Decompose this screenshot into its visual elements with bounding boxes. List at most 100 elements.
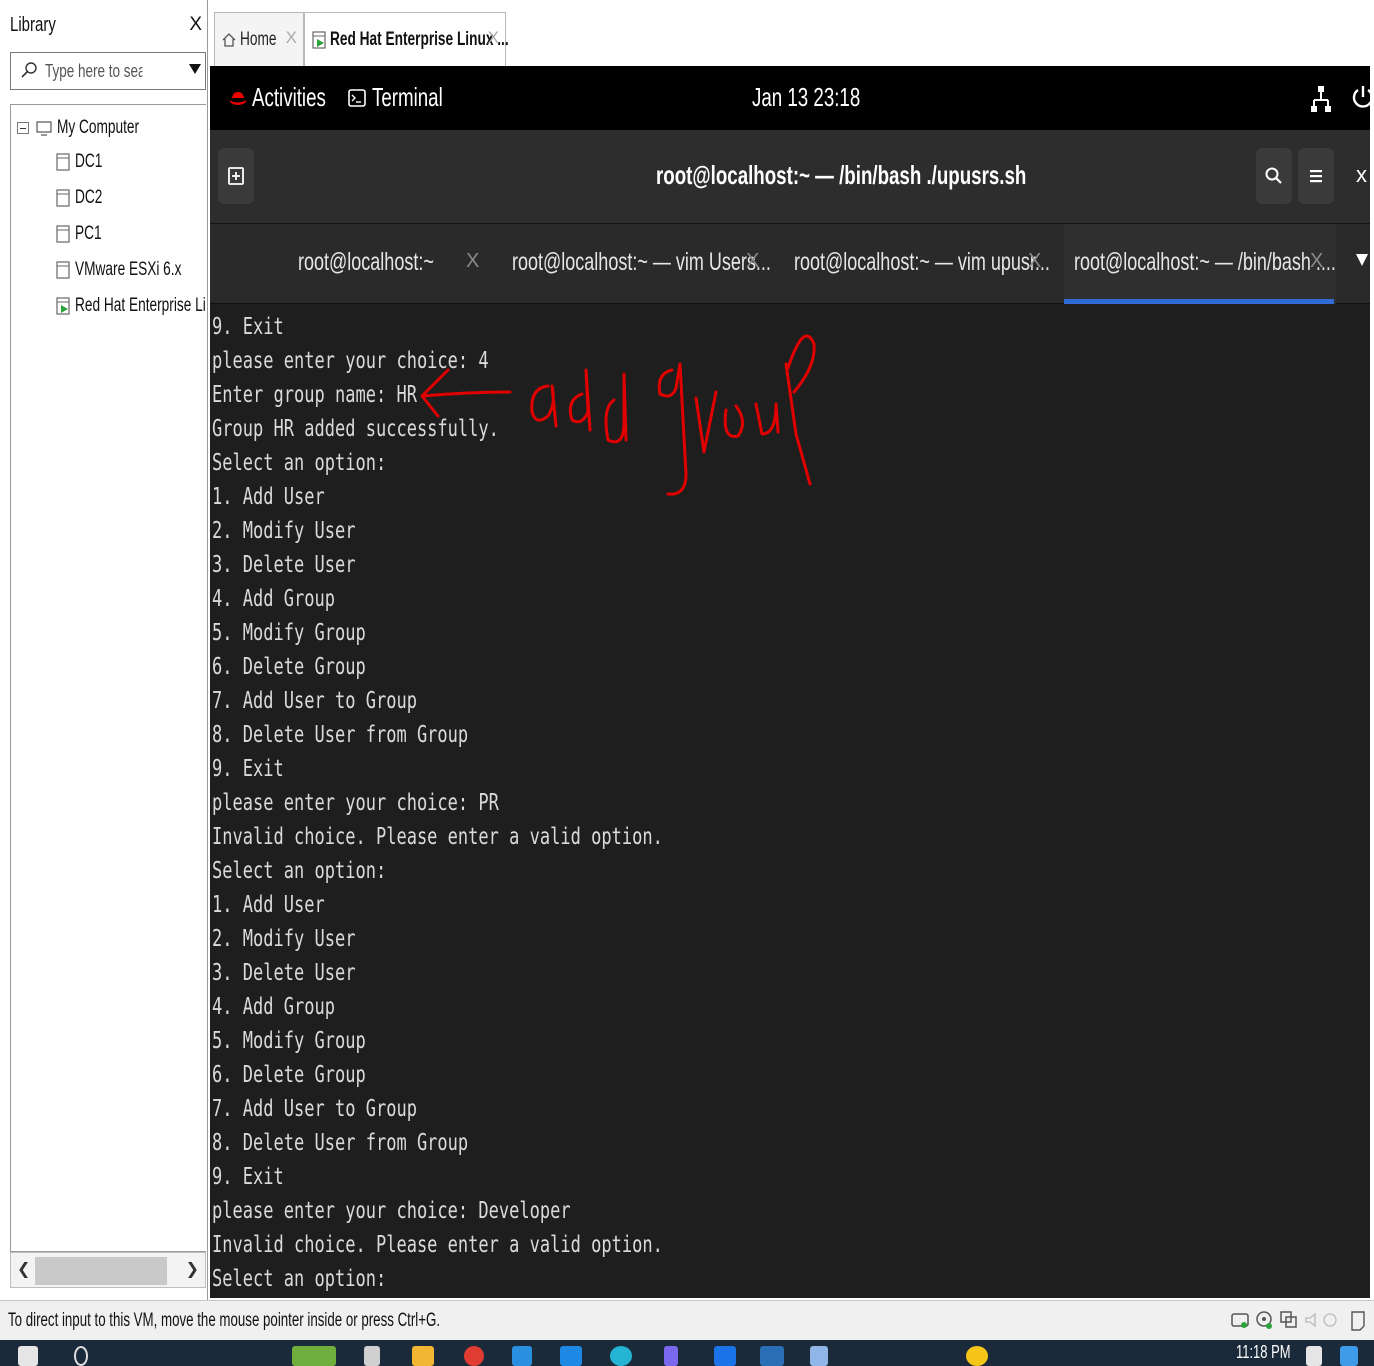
terminal-line: 7. Add User to Group	[212, 688, 417, 714]
search-icon	[21, 62, 37, 78]
terminal-line: 7. Add User to Group	[212, 1096, 417, 1122]
home-icon	[222, 32, 236, 47]
tabs-overflow-icon[interactable]	[1356, 254, 1368, 266]
tab-rhel-vm[interactable]: Red Hat Enterprise Linux ... X	[304, 12, 509, 66]
tray-icon[interactable]	[1340, 1346, 1358, 1366]
cd-drive-icon[interactable]	[1254, 1309, 1274, 1331]
new-tab-button[interactable]	[218, 148, 254, 204]
tab-close-icon[interactable]: X	[488, 28, 499, 48]
tree-item-label: VMware ESXi 6.x	[75, 259, 182, 280]
start-icon[interactable]	[18, 1346, 38, 1366]
terminal-line: Select an option:	[212, 858, 387, 884]
tab-close-icon[interactable]: X	[746, 250, 759, 273]
scroll-right-icon[interactable]: ❯	[186, 1259, 199, 1279]
sound-icon[interactable]	[1302, 1309, 1322, 1331]
search-dropdown-icon[interactable]	[189, 64, 201, 74]
annotation-letter	[694, 390, 718, 454]
teams-icon[interactable]	[664, 1346, 678, 1366]
terminal-output[interactable]: 9. Exit please enter your choice: 4 Ente…	[210, 304, 1370, 1298]
terminal-tab-2[interactable]: root@localhost:~ — vim Users... X	[502, 224, 774, 304]
library-horizontal-scrollbar[interactable]: ❮ ❯	[10, 1252, 206, 1288]
task-view-icon[interactable]	[364, 1346, 380, 1366]
window-close-button[interactable]: x	[1356, 162, 1367, 188]
terminal-line: 6. Delete Group	[212, 654, 366, 680]
tab-home[interactable]: Home X	[214, 12, 304, 66]
tree-item-label: PC1	[75, 223, 102, 244]
terminal-line: please enter your choice: 4	[212, 348, 489, 374]
terminal-line: 5. Modify Group	[212, 1028, 366, 1054]
terminal-line: 2. Modify User	[212, 518, 356, 544]
tree-item-vmware-esxi[interactable]: VMware ESXi 6.x	[55, 253, 206, 287]
running-vm-icon	[312, 30, 326, 49]
network-icon[interactable]	[1310, 84, 1332, 114]
library-search-input[interactable]	[45, 59, 143, 83]
computer-icon	[36, 121, 52, 136]
tree-item-dc2[interactable]: DC2	[55, 181, 113, 215]
activities-button[interactable]: Activities	[228, 82, 355, 113]
usb-icon[interactable]	[1320, 1309, 1340, 1331]
tree-item-label: Red Hat Enterprise Linux	[75, 295, 206, 316]
app-icon[interactable]	[560, 1346, 582, 1366]
hamburger-menu-icon	[1310, 170, 1322, 183]
terminal-line: Select an option:	[212, 1266, 387, 1292]
tray-icon[interactable]	[1306, 1346, 1322, 1366]
tree-item-rhel[interactable]: Red Hat Enterprise Linux	[55, 289, 206, 323]
library-close-button[interactable]: X	[189, 14, 202, 36]
terminal-tab-4-active[interactable]: root@localhost:~ — /bin/bash .... X	[1064, 224, 1336, 304]
terminal-menu-button[interactable]	[1298, 148, 1334, 204]
clock[interactable]: Jan 13 23:18	[752, 82, 860, 113]
terminal-line: 1. Add User	[212, 484, 325, 510]
terminal-search-button[interactable]	[1256, 148, 1292, 204]
tab-close-icon[interactable]: X	[286, 28, 297, 48]
tree-item-label: My Computer	[57, 117, 140, 138]
edge-icon[interactable]	[610, 1346, 632, 1366]
terminal-line: 2. Modify User	[212, 926, 356, 952]
file-explorer-icon[interactable]	[412, 1346, 434, 1366]
annotation-letter	[754, 402, 780, 436]
tab-close-icon[interactable]: X	[1310, 250, 1323, 273]
terminal-line: 3. Delete User	[212, 960, 356, 986]
annotation-letter	[784, 334, 816, 486]
library-search-box[interactable]	[10, 52, 206, 90]
terminal-line: Enter group name: HR	[212, 382, 417, 408]
running-vm-icon	[56, 297, 70, 315]
vmware-workstation-icon[interactable]	[760, 1346, 784, 1366]
workstation-tab-bar: Home X Red Hat Enterprise Linux ... X	[208, 0, 1374, 66]
terminal-line: 4. Add Group	[212, 586, 335, 612]
scroll-left-icon[interactable]: ❮	[17, 1259, 30, 1279]
browser-icon[interactable]	[464, 1346, 484, 1366]
tree-item-label: DC1	[75, 151, 103, 172]
app-icon[interactable]	[810, 1346, 828, 1366]
hard-disk-icon[interactable]	[1230, 1309, 1250, 1331]
terminal-line: please enter your choice: Developer	[212, 1198, 571, 1224]
tree-item-dc1[interactable]: DC1	[55, 145, 113, 179]
terminal-line: 9. Exit	[212, 314, 284, 340]
terminal-tab-3[interactable]: root@localhost:~ — vim upusr... X	[784, 224, 1056, 304]
widget-icon[interactable]	[292, 1346, 336, 1366]
message-log-icon[interactable]	[1348, 1309, 1368, 1331]
tray-app-icon[interactable]	[966, 1346, 988, 1366]
network-adapter-icon[interactable]	[1278, 1309, 1298, 1331]
terminal-window-title: root@localhost:~ — /bin/bash ./upusrs.sh	[656, 160, 1027, 190]
terminal-line: Invalid choice. Please enter a valid opt…	[212, 1232, 663, 1258]
tree-item-pc1[interactable]: PC1	[55, 217, 112, 251]
tree-item-my-computer[interactable]: My Computer	[17, 111, 171, 145]
scrollbar-thumb[interactable]	[35, 1257, 167, 1285]
taskbar-clock[interactable]: 11:18 PM	[1236, 1342, 1291, 1363]
terminal-line: 1. Add User	[212, 892, 325, 918]
tab-close-icon[interactable]: X	[466, 250, 479, 273]
collapse-icon[interactable]	[17, 122, 29, 134]
vm-console[interactable]: Activities Terminal Jan 13 23:18 root@lo…	[210, 66, 1370, 1298]
terminal-tab-1[interactable]: root@localhost:~ X	[210, 224, 482, 304]
terminal-app-menu[interactable]: Terminal	[348, 82, 470, 113]
store-icon[interactable]	[512, 1346, 532, 1366]
terminal-line: Group HR added successfully.	[212, 416, 499, 442]
search-icon[interactable]	[74, 1346, 88, 1366]
azure-icon[interactable]	[714, 1346, 736, 1366]
annotation-letter	[657, 362, 688, 496]
power-icon[interactable]	[1350, 84, 1370, 112]
tab-close-icon[interactable]: X	[1028, 250, 1041, 273]
terminal-tab-label: root@localhost:~ — vim Users...	[512, 248, 771, 276]
terminal-tab-label: root@localhost:~ — vim upusr...	[794, 248, 1050, 276]
terminal-line: 9. Exit	[212, 756, 284, 782]
